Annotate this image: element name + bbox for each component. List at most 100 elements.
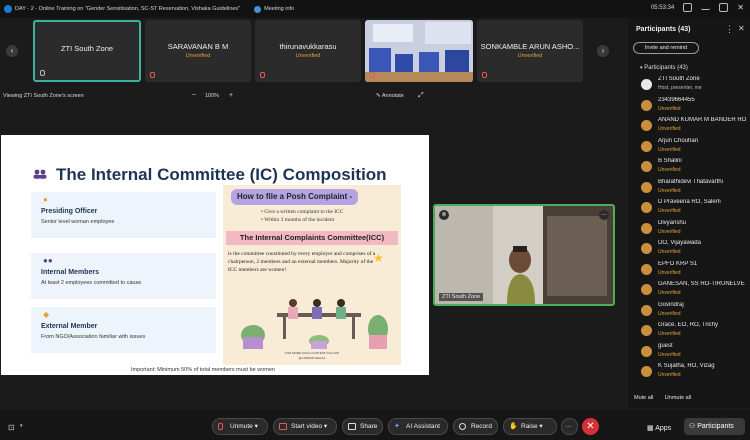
participant-row[interactable]: ANAND KUMAR M BANDER RO Unverified xyxy=(640,116,750,136)
self-video-tile[interactable]: ⊗ … ZTI South Zone xyxy=(433,204,615,306)
meeting-timer: 05:53:34 xyxy=(650,4,675,11)
participants-icon: ⚇ xyxy=(689,423,696,430)
participants-list-header[interactable]: ▾ Participants (43) xyxy=(640,65,688,71)
participant-status: Unverified xyxy=(658,105,681,112)
participant-status: Unverified xyxy=(658,249,681,255)
captions-chevron-icon[interactable]: ▾ xyxy=(20,423,23,429)
ai-assistant-button[interactable]: ✦ AI Assistant xyxy=(388,418,448,435)
participant-name: guest xyxy=(658,342,673,349)
raise-hand-button[interactable]: ✋ Raise ▾ xyxy=(503,418,557,435)
participant-row[interactable]: Arjun Chouhan Unverified xyxy=(640,137,750,157)
participant-row[interactable]: guest Unverified xyxy=(640,342,750,362)
minimize-icon[interactable] xyxy=(701,5,711,10)
meeting-info-button[interactable]: Meeting info xyxy=(254,5,294,13)
record-icon xyxy=(459,423,466,430)
participant-status: Unverified xyxy=(658,167,681,173)
participant-row[interactable]: Govindraj Unverified xyxy=(640,301,750,321)
poster-subheading: The Internal Complaints Committee(ICC) xyxy=(226,231,398,245)
annotate-button[interactable]: ✎ Annotate xyxy=(376,93,404,99)
video-tile-thirunavukkarasu[interactable]: thirunavukkarasu Unverified xyxy=(255,20,361,82)
more-options-button[interactable]: ··· xyxy=(561,418,578,435)
participants-button[interactable]: ⚇ Participants xyxy=(684,418,745,435)
avatar xyxy=(641,325,652,336)
muted-mic-icon xyxy=(260,72,265,78)
participant-row[interactable]: Bharathidevi Thatavarthi Unverified xyxy=(640,178,750,198)
viewing-label: Viewing ZTI South Zone's screen xyxy=(3,93,84,99)
zoom-out-button[interactable]: − xyxy=(192,92,196,99)
avatar xyxy=(641,79,652,90)
section-internal-members: ●● Internal Members At least 2 employees… xyxy=(31,253,216,299)
info-icon xyxy=(254,5,262,13)
participant-row[interactable]: DO, Vijayawada Unverified xyxy=(640,239,750,259)
close-icon[interactable]: ✕ xyxy=(737,3,744,12)
avatar xyxy=(641,366,652,377)
chevron-down-icon: ▾ xyxy=(640,65,643,71)
panel-more-icon[interactable]: ⋮ xyxy=(725,24,734,35)
participant-row[interactable]: B Shalini Unverified xyxy=(640,157,750,177)
participant-name: EPFO KRP S1 xyxy=(658,260,698,267)
invite-and-remind-button[interactable]: Invite and remind xyxy=(633,42,699,54)
video-tile-classroom[interactable] xyxy=(365,20,473,82)
people-icon xyxy=(33,169,47,179)
maximize-icon[interactable] xyxy=(719,3,729,12)
start-video-label: Start video xyxy=(291,423,323,430)
video-tile-sonkamble[interactable]: SONKAMBLE ARUN ASHO... Unverified xyxy=(477,20,583,82)
mute-all-button[interactable]: Mute all xyxy=(634,395,653,401)
bottom-toolbar: ⊡ ▾ Unmute ▾ Start video ▾ Share ✦ AI As… xyxy=(0,410,750,440)
ai-sparkle-icon: ✦ xyxy=(394,423,400,430)
video-tile-saravanan[interactable]: SARAVANAN B M Unverified xyxy=(145,20,251,82)
apps-button[interactable]: ▦ Apps xyxy=(647,424,671,432)
participants-label: Participants xyxy=(697,423,734,430)
captions-icon[interactable]: ⊡ xyxy=(8,423,15,432)
participant-row[interactable]: Grace, EO, RO, Trichy Unverified xyxy=(640,321,750,341)
participant-row[interactable]: Divyanshu Unverified xyxy=(640,219,750,239)
avatar xyxy=(641,284,652,295)
record-button[interactable]: Record xyxy=(453,418,498,435)
camera-options-icon[interactable]: ⊗ xyxy=(439,210,449,220)
layout-icon[interactable] xyxy=(683,3,693,12)
panel-close-icon[interactable]: ✕ xyxy=(738,24,745,33)
more-options-icon[interactable]: … xyxy=(599,210,609,220)
participant-row[interactable]: GANESAN, SS RO-TIRUNELVE Unverified xyxy=(640,280,750,300)
tile-name: thirunavukkarasu xyxy=(279,42,337,51)
participant-row[interactable]: K Sujatha, RO, Vizag Unverified xyxy=(640,362,750,382)
section-presiding-officer: ● Presiding Officer Senior level woman e… xyxy=(31,192,216,238)
filmstrip-prev-button[interactable]: ‹ xyxy=(6,45,18,57)
video-tile-zti-south-zone[interactable]: ZTI South Zone xyxy=(33,20,141,82)
avatar xyxy=(641,243,652,254)
share-controls-bar: Viewing ZTI South Zone's screen − 100% +… xyxy=(0,91,620,103)
poster-heading: How to file a Posh Complaint - xyxy=(231,189,359,205)
avatar xyxy=(641,345,652,357)
tile-name: SONKAMBLE ARUN ASHO... xyxy=(480,42,580,51)
participant-status: Unverified xyxy=(658,310,681,317)
participant-status: Unverified xyxy=(658,269,681,276)
participant-name: DO, Vijayawada xyxy=(658,240,701,246)
section-desc: From NGO/Association familiar with issue… xyxy=(41,334,146,340)
muted-mic-icon xyxy=(218,423,223,430)
section-heading: Presiding Officer xyxy=(41,208,98,215)
participant-status: Unverified xyxy=(658,290,681,296)
avatar xyxy=(641,99,652,111)
end-meeting-button[interactable]: ✕ xyxy=(582,418,599,435)
share-button[interactable]: Share xyxy=(342,418,383,435)
participant-status: Unverified xyxy=(658,228,681,235)
avatar xyxy=(641,161,652,172)
participant-row[interactable]: EPFO KRP S1 Unverified xyxy=(640,260,750,280)
pop-out-icon[interactable]: ⤢ xyxy=(418,92,424,100)
participant-status: Unverified xyxy=(658,208,681,214)
participant-row[interactable]: 23439664455 Unverified xyxy=(640,96,750,116)
avatar xyxy=(641,140,652,152)
start-video-button[interactable]: Start video ▾ xyxy=(273,418,337,435)
unmute-all-button[interactable]: Unmute all xyxy=(665,395,691,401)
participant-row[interactable]: D Praveena RO, Salem Unverified xyxy=(640,198,750,218)
participant-name: ANAND KUMAR M BANDER RO xyxy=(658,117,747,123)
poster-bullet: • Give a written complaint to the ICC xyxy=(261,209,344,215)
group-icon: ●● xyxy=(43,256,53,265)
apps-label: Apps xyxy=(655,425,672,432)
filmstrip-next-button[interactable]: › xyxy=(597,45,609,57)
apps-icon: ▦ xyxy=(647,425,654,432)
participant-row[interactable]: ZTI South Zone Host, presenter, me xyxy=(640,75,750,95)
unmute-button[interactable]: Unmute ▾ xyxy=(212,418,268,435)
zoom-in-button[interactable]: + xyxy=(229,92,233,99)
poster-bullet: • Within 3 months of the incident xyxy=(261,217,335,223)
